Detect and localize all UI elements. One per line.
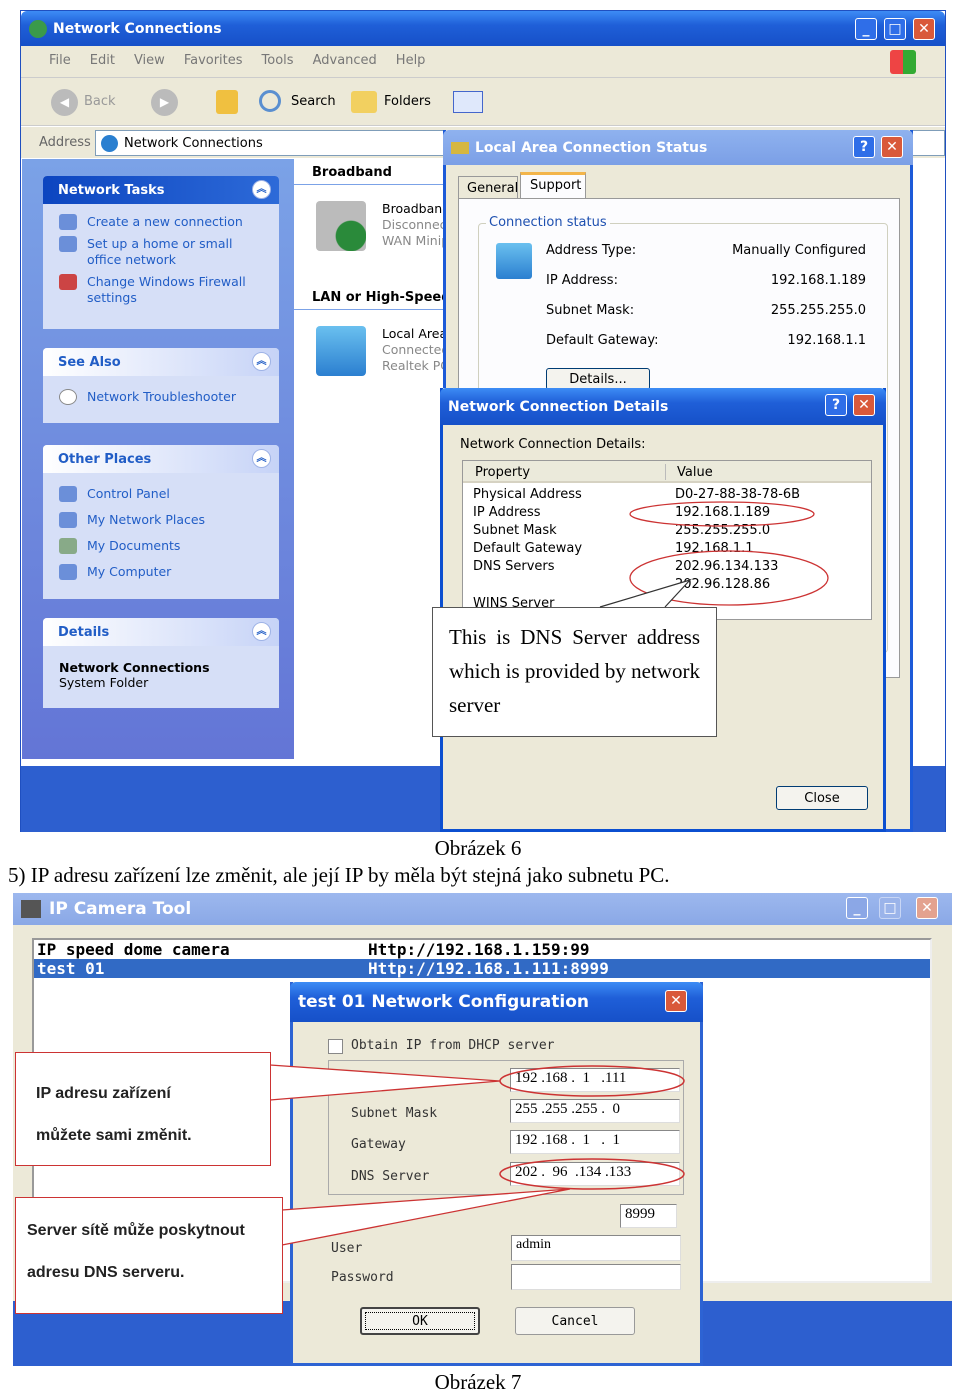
figure6-annotations <box>599 501 829 608</box>
callout-pointer <box>599 578 692 608</box>
figure6-caption: Obrázek 6 <box>434 836 522 860</box>
callout1-pointer <box>269 1064 501 1101</box>
ip-callout: IP adresu zařízení můžete sami změnit. <box>15 1052 271 1166</box>
dns-callout: Server sítě může poskytnout adresu DNS se… <box>15 1197 283 1314</box>
dns-highlight-ellipse <box>499 1158 685 1190</box>
figure7-caption: Obrázek 7 <box>434 1370 522 1394</box>
callout2-pointer <box>281 1188 571 1246</box>
ip-highlight-ellipse <box>629 501 815 527</box>
ip-highlight-ellipse <box>499 1065 685 1097</box>
